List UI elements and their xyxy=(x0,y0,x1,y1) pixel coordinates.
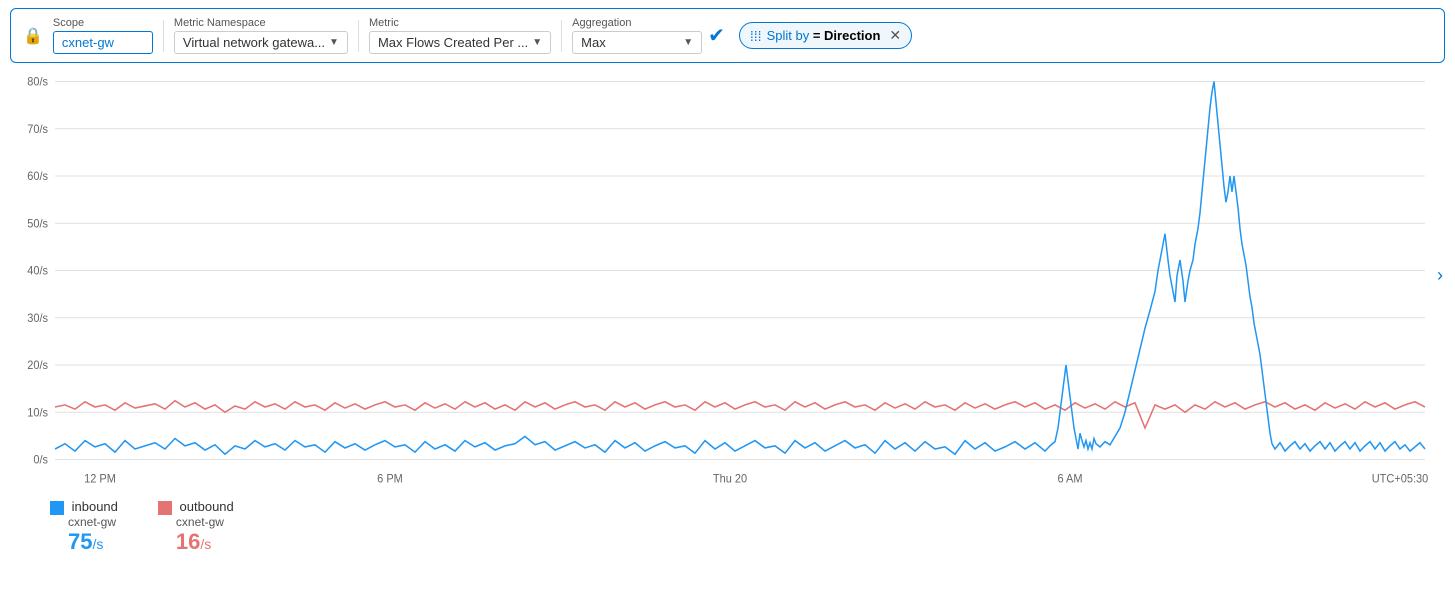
split-by-equals: = xyxy=(813,28,821,43)
metrics-toolbar: 🔒 Scope cxnet-gw Metric Namespace Virtua… xyxy=(10,8,1445,63)
svg-text:UTC+05:30: UTC+05:30 xyxy=(1372,473,1429,485)
metric-dropdown[interactable]: Max Flows Created Per ... ▼ xyxy=(369,31,551,54)
metric-label: Metric xyxy=(369,17,551,29)
scope-label: Scope xyxy=(53,17,153,29)
metric-value: Max Flows Created Per ... xyxy=(378,35,528,50)
svg-text:6 AM: 6 AM xyxy=(1057,473,1082,485)
namespace-value: Virtual network gatewa... xyxy=(183,35,325,50)
svg-text:50/s: 50/s xyxy=(27,218,48,230)
inbound-value: 75/s xyxy=(50,529,118,555)
legend-item-inbound: inbound cxnet-gw 75/s xyxy=(50,499,118,555)
legend-sublabel-inbound: cxnet-gw xyxy=(50,515,118,529)
metric-chevron-icon: ▼ xyxy=(532,37,542,48)
svg-text:40/s: 40/s xyxy=(27,265,48,277)
namespace-label: Metric Namespace xyxy=(174,17,348,29)
lock-icon: 🔒 xyxy=(23,26,43,46)
svg-text:Thu 20: Thu 20 xyxy=(713,473,747,485)
split-by-text: Split by = Direction xyxy=(767,28,881,43)
split-icon: ⁞⁞⁞ xyxy=(750,28,762,44)
aggregation-chevron-icon: ▼ xyxy=(683,37,693,48)
separator-3 xyxy=(561,20,562,52)
split-by-value: Direction xyxy=(824,28,880,43)
inbound-line xyxy=(55,82,1425,455)
aggregation-value: Max xyxy=(581,35,606,50)
legend-item-outbound: outbound cxnet-gw 16/s xyxy=(158,499,234,555)
svg-text:12 PM: 12 PM xyxy=(84,473,116,485)
inbound-color-box xyxy=(50,501,64,515)
legend-label-inbound: inbound xyxy=(50,499,118,515)
metric-field: Metric Max Flows Created Per ... ▼ xyxy=(369,17,551,54)
outbound-color-box xyxy=(158,501,172,515)
legend-label-outbound: outbound xyxy=(158,499,234,515)
svg-text:80/s: 80/s xyxy=(27,76,48,88)
svg-text:60/s: 60/s xyxy=(27,171,48,183)
scope-value[interactable]: cxnet-gw xyxy=(53,31,153,54)
split-by-pill: ⁞⁞⁞ Split by = Direction ✕ xyxy=(739,22,912,49)
svg-text:70/s: 70/s xyxy=(27,124,48,136)
namespace-chevron-icon: ▼ xyxy=(329,37,339,48)
namespace-dropdown[interactable]: Virtual network gatewa... ▼ xyxy=(174,31,348,54)
aggregation-label: Aggregation xyxy=(572,17,702,29)
separator-1 xyxy=(163,20,164,52)
chart-legend: inbound cxnet-gw 75/s outbound cxnet-gw … xyxy=(0,491,1455,563)
legend-sublabel-outbound: cxnet-gw xyxy=(158,515,234,529)
namespace-field: Metric Namespace Virtual network gatewa.… xyxy=(174,17,348,54)
aggregation-dropdown[interactable]: Max ▼ xyxy=(572,31,702,54)
outbound-value: 16/s xyxy=(158,529,234,555)
aggregation-field: Aggregation Max ▼ xyxy=(572,17,702,54)
svg-text:6 PM: 6 PM xyxy=(377,473,403,485)
svg-text:10/s: 10/s xyxy=(27,407,48,419)
svg-text:0/s: 0/s xyxy=(33,454,48,466)
svg-text:20/s: 20/s xyxy=(27,360,48,372)
chart-container: 80/s 70/s 60/s 50/s 40/s 30/s 20/s 10/s … xyxy=(10,71,1445,491)
outbound-label1: outbound xyxy=(180,499,234,514)
svg-text:30/s: 30/s xyxy=(27,313,48,325)
nav-right-arrow-icon[interactable]: › xyxy=(1437,264,1443,286)
inbound-label2: cxnet-gw xyxy=(68,515,116,529)
split-by-close-icon[interactable]: ✕ xyxy=(889,27,901,44)
scope-field: Scope cxnet-gw xyxy=(53,17,153,54)
confirm-icon: ✔ xyxy=(708,23,725,48)
inbound-label1: inbound xyxy=(72,499,118,514)
outbound-label2: cxnet-gw xyxy=(176,515,224,529)
separator-2 xyxy=(358,20,359,52)
chart-svg: 80/s 70/s 60/s 50/s 40/s 30/s 20/s 10/s … xyxy=(10,71,1445,491)
outbound-line xyxy=(55,401,1425,428)
